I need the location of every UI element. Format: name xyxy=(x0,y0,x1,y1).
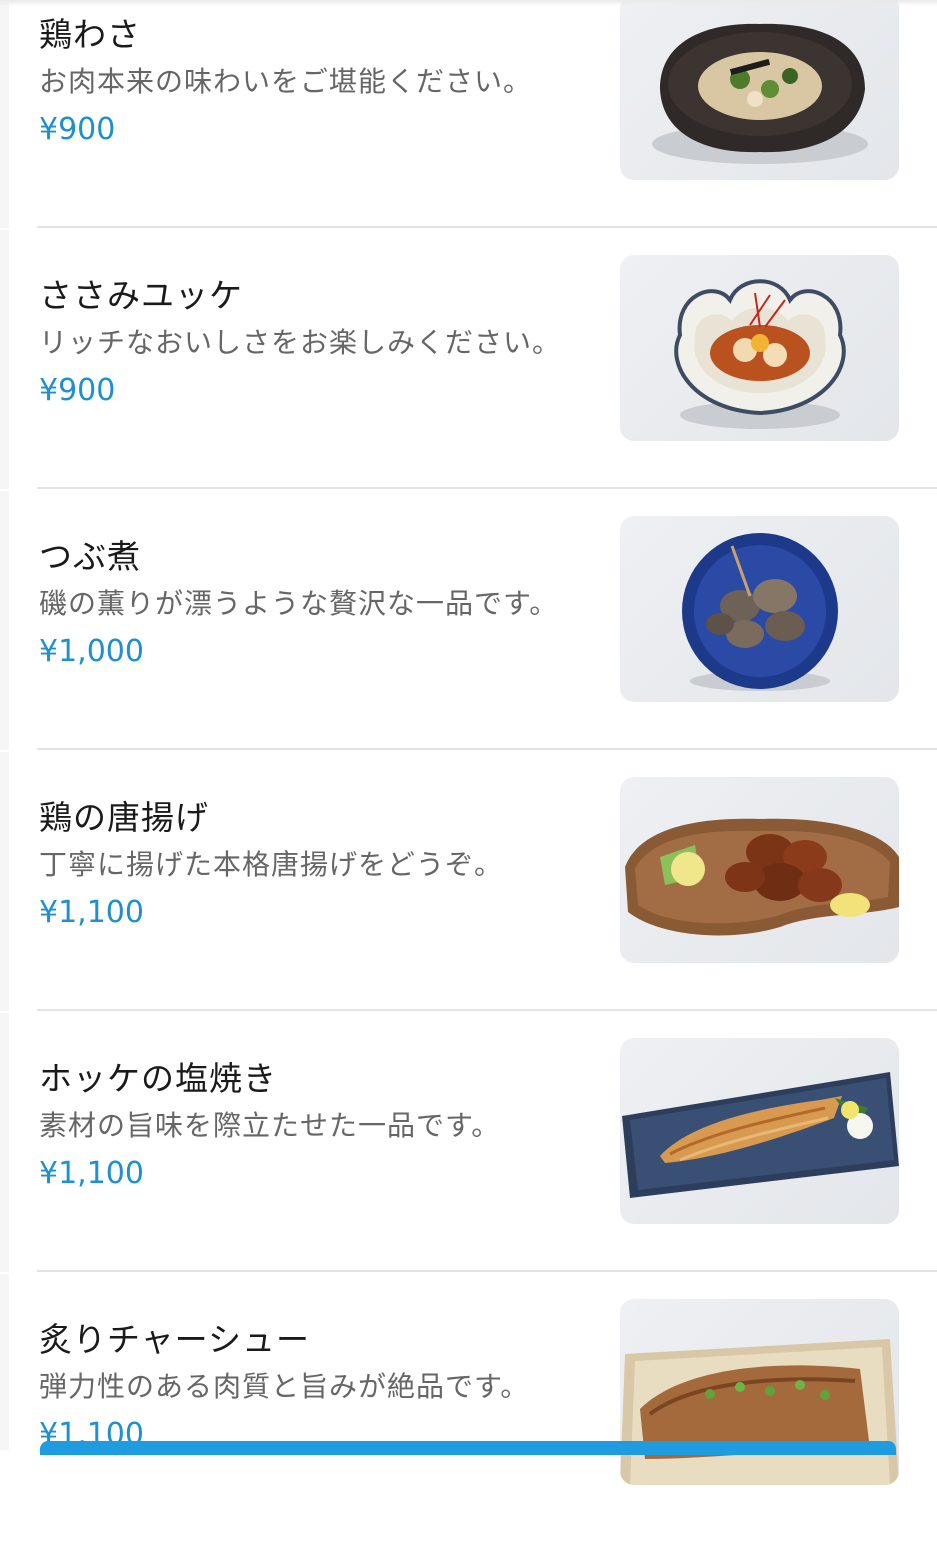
menu-item-toriwasa[interactable]: 鶏わさ お肉本来の味わいをご堪能ください。 ¥900 xyxy=(37,0,937,249)
item-price: ¥900 xyxy=(39,112,116,147)
item-price: ¥1,000 xyxy=(39,634,144,669)
bottom-action-bar[interactable] xyxy=(40,1441,896,1455)
menu-item-chashu[interactable]: 炙りチャーシュー 弾力性のある肉質と旨みが絶品です。 ¥1,100 xyxy=(37,1293,937,1554)
menu-list: 鶏わさ お肉本来の味わいをご堪能ください。 ¥900 ささみユッケ リッチなおい… xyxy=(0,0,937,1485)
item-name: 炙りチャーシュー xyxy=(39,1320,311,1359)
dish-photo-sasami-yukke-icon[interactable] xyxy=(620,255,899,441)
dish-photo-karaage-icon[interactable] xyxy=(620,777,899,963)
menu-item-tsubu-ni[interactable]: つぶ煮 磯の薫りが漂うような贅沢な一品です。 ¥1,000 xyxy=(37,510,937,771)
item-divider xyxy=(37,226,937,228)
item-price: ¥1,100 xyxy=(39,1156,144,1191)
menu-item-hokke[interactable]: ホッケの塩焼き 素材の旨味を際立たせた一品です。 ¥1,100 xyxy=(37,1032,937,1293)
menu-item-karaage[interactable]: 鶏の唐揚げ 丁寧に揚げた本格唐揚げをどうぞ。 ¥1,100 xyxy=(37,771,937,1032)
item-name: 鶏の唐揚げ xyxy=(39,798,209,837)
item-description: 磯の薫りが漂うような贅沢な一品です。 xyxy=(39,587,559,620)
dish-photo-hokke-icon[interactable] xyxy=(620,1038,899,1224)
item-name: ささみユッケ xyxy=(39,276,243,315)
item-price: ¥900 xyxy=(39,373,116,408)
item-divider xyxy=(37,1009,937,1011)
item-divider xyxy=(37,487,937,489)
dish-photo-chashu-icon[interactable] xyxy=(620,1299,899,1485)
item-name: 鶏わさ xyxy=(39,15,141,54)
item-name: つぶ煮 xyxy=(39,537,141,576)
item-description: 素材の旨味を際立たせた一品です。 xyxy=(39,1109,501,1142)
item-description: リッチなおいしさをお楽しみください。 xyxy=(39,326,562,359)
item-description: 弾力性のある肉質と旨みが絶品です。 xyxy=(39,1370,530,1403)
item-description: お肉本来の味わいをご堪能ください。 xyxy=(39,65,533,98)
item-description: 丁寧に揚げた本格唐揚げをどうぞ。 xyxy=(39,848,504,881)
menu-item-sasami-yukke[interactable]: ささみユッケ リッチなおいしさをお楽しみください。 ¥900 xyxy=(37,249,937,510)
dish-photo-tsubu-ni-icon[interactable] xyxy=(620,516,899,702)
top-edge-shadow xyxy=(0,0,937,6)
item-name: ホッケの塩焼き xyxy=(39,1059,277,1098)
dish-photo-toriwasa-icon[interactable] xyxy=(620,0,899,180)
item-price: ¥1,100 xyxy=(39,895,144,930)
item-divider xyxy=(37,1270,937,1272)
item-divider xyxy=(37,748,937,750)
